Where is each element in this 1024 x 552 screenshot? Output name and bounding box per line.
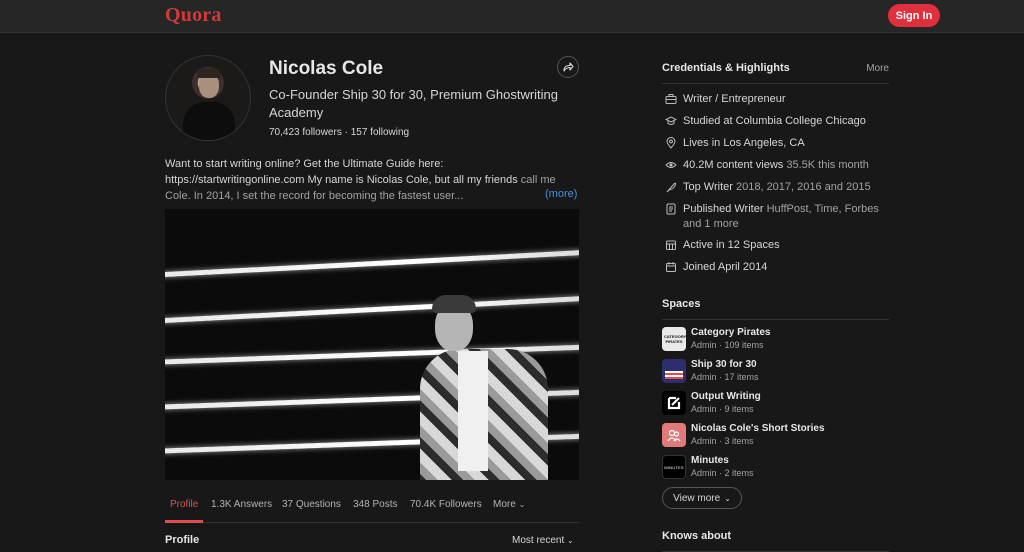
knows-about-header: Knows about bbox=[662, 530, 889, 552]
chevron-down-icon: ⌄ bbox=[724, 493, 731, 503]
space-name[interactable]: Output Writing bbox=[691, 391, 761, 402]
space-meta: Admin · 17 items bbox=[691, 372, 759, 382]
credential-text: Lives in Los Angeles, CA bbox=[683, 137, 805, 149]
credential-text: 40.2M content views bbox=[683, 159, 787, 171]
view-more-label: View more bbox=[673, 492, 721, 504]
space-item[interactable]: CATEGORY PIRATES Category Pirates Admin … bbox=[662, 326, 889, 354]
space-meta: Admin · 2 items bbox=[691, 468, 754, 478]
feather-icon bbox=[666, 182, 677, 193]
space-item[interactable]: Nicolas Cole's Short Stories Admin · 3 i… bbox=[662, 422, 889, 450]
credential-text: Active in 12 Spaces bbox=[683, 239, 780, 251]
space-name[interactable]: Category Pirates bbox=[691, 327, 770, 338]
light-stripe bbox=[165, 249, 579, 278]
tab-more[interactable]: More ⌄ bbox=[493, 499, 525, 510]
chevron-down-icon: ⌄ bbox=[567, 536, 574, 545]
output-writing-logo-icon bbox=[667, 396, 681, 410]
profile-tabs: Profile 1.3K Answers 37 Questions 348 Po… bbox=[165, 495, 579, 523]
chevron-down-icon: ⌄ bbox=[518, 500, 526, 509]
spaces-icon bbox=[666, 240, 676, 250]
share-icon bbox=[563, 62, 574, 72]
credential-text: Writer / Entrepreneur bbox=[683, 93, 786, 105]
space-thumbnail bbox=[662, 359, 686, 383]
credential-text: Top Writer bbox=[683, 181, 736, 193]
short-stories-logo-icon bbox=[667, 429, 681, 442]
bio-more-link[interactable]: (more) bbox=[545, 188, 577, 200]
calendar-icon bbox=[666, 262, 676, 272]
eye-icon bbox=[665, 162, 677, 168]
credential-detail: 35.5K this month bbox=[786, 159, 869, 171]
tab-answers[interactable]: 1.3K Answers bbox=[211, 499, 272, 510]
avatar[interactable] bbox=[165, 55, 251, 141]
credential-text: Studied at Columbia College Chicago bbox=[683, 115, 866, 127]
graduation-icon bbox=[665, 116, 677, 125]
avatar-hair-shape bbox=[197, 68, 221, 78]
space-item[interactable]: Ship 30 for 30 Admin · 17 items bbox=[662, 358, 889, 386]
credential-text: Published Writer bbox=[683, 203, 767, 215]
briefcase-icon bbox=[665, 94, 677, 104]
follow-counts[interactable]: 70,423 followers · 157 following bbox=[269, 127, 409, 138]
credentials-title: Credentials & Highlights bbox=[662, 62, 790, 74]
tab-posts[interactable]: 348 Posts bbox=[353, 499, 397, 510]
tab-more-label: More bbox=[493, 499, 516, 510]
space-meta: Admin · 3 items bbox=[691, 436, 754, 446]
quora-logo[interactable]: Quora bbox=[165, 4, 222, 27]
space-thumbnail: CATEGORY PIRATES bbox=[662, 327, 686, 351]
cover-person-figure bbox=[420, 291, 550, 480]
space-name[interactable]: Nicolas Cole's Short Stories bbox=[691, 423, 825, 434]
bio-text: Want to start writing online? Get the Ul… bbox=[165, 158, 518, 186]
space-item[interactable]: Output Writing Admin · 9 items bbox=[662, 390, 889, 418]
space-thumbnail: MINUTES bbox=[662, 455, 686, 479]
space-thumb-text: MINUTES bbox=[664, 464, 684, 470]
credentials-header: Credentials & Highlights More bbox=[662, 62, 889, 84]
credential-detail: 2018, 2017, 2016 and 2015 bbox=[735, 181, 871, 193]
active-tab-indicator bbox=[165, 520, 203, 523]
space-name[interactable]: Ship 30 for 30 bbox=[691, 359, 757, 370]
flag-stripes-shape bbox=[665, 371, 683, 379]
location-pin-icon bbox=[666, 137, 676, 149]
space-meta: Admin · 109 items bbox=[691, 340, 764, 350]
document-icon bbox=[666, 203, 676, 215]
sort-dropdown[interactable]: Most recent ⌄ bbox=[512, 535, 574, 546]
space-item[interactable]: MINUTES Minutes Admin · 2 items bbox=[662, 454, 889, 482]
spaces-header: Spaces bbox=[662, 298, 889, 320]
space-name[interactable]: Minutes bbox=[691, 455, 729, 466]
sign-in-button[interactable]: Sign In bbox=[888, 4, 940, 27]
avatar-body-shape bbox=[183, 102, 235, 140]
view-more-spaces-button[interactable]: View more ⌄ bbox=[662, 487, 742, 509]
white-tee-shape bbox=[458, 351, 488, 471]
profile-name: Nicolas Cole bbox=[269, 58, 384, 79]
tab-questions[interactable]: 37 Questions bbox=[282, 499, 341, 510]
section-title: Profile bbox=[165, 534, 200, 546]
tab-followers[interactable]: 70.4K Followers bbox=[410, 499, 482, 510]
space-thumbnail bbox=[662, 391, 686, 415]
profile-tagline: Co-Founder Ship 30 for 30, Premium Ghost… bbox=[269, 87, 559, 120]
tab-profile[interactable]: Profile bbox=[170, 499, 198, 510]
space-thumbnail bbox=[662, 423, 686, 447]
profile-bio: Want to start writing online? Get the Ul… bbox=[165, 156, 579, 204]
space-meta: Admin · 9 items bbox=[691, 404, 754, 414]
sort-label: Most recent bbox=[512, 535, 565, 546]
space-thumb-text: CATEGORY PIRATES bbox=[664, 334, 687, 344]
top-bar: Quora Sign In bbox=[0, 0, 1024, 33]
hair-shape bbox=[432, 295, 476, 313]
credential-text: Joined April 2014 bbox=[683, 261, 768, 273]
cover-photo bbox=[165, 209, 579, 480]
credentials-more-link[interactable]: More bbox=[866, 63, 889, 74]
share-button[interactable] bbox=[557, 56, 579, 78]
